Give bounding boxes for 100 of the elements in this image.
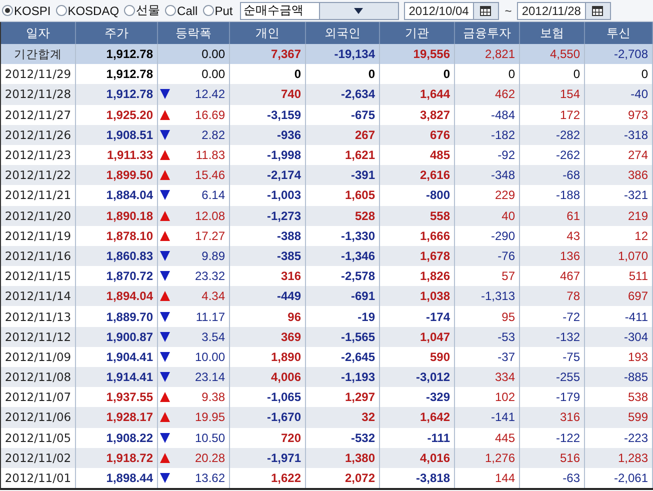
down-arrow-icon	[160, 352, 170, 362]
table-cell: 1,925.20	[76, 104, 158, 125]
table-cell: 599	[585, 407, 653, 428]
table-cell: 57	[455, 266, 520, 286]
column-header[interactable]: 등락폭	[158, 22, 230, 44]
radio-button[interactable]	[56, 5, 67, 16]
table-cell: -132	[520, 326, 585, 347]
table-cell: 43	[520, 226, 585, 246]
table-cell: 4,006	[230, 367, 306, 388]
table-cell: 740	[230, 84, 306, 105]
table-cell: -304	[585, 326, 653, 347]
table-cell: 1,899.50	[76, 165, 158, 186]
up-arrow-icon	[160, 170, 170, 180]
table-cell: -122	[520, 428, 585, 448]
table-cell: 1,870.72	[76, 266, 158, 286]
down-arrow-icon	[160, 372, 170, 382]
radio-label[interactable]: Call	[177, 4, 198, 18]
column-header[interactable]: 보험	[520, 22, 585, 44]
table-cell: 9.38	[202, 390, 225, 404]
column-header[interactable]: 외국인	[306, 22, 380, 44]
table-cell: 1,878.10	[76, 226, 158, 246]
column-header[interactable]: 개인	[230, 22, 306, 44]
table-cell: 154	[520, 84, 585, 105]
radio-label[interactable]: KOSPI	[14, 4, 51, 18]
up-arrow-icon	[160, 392, 170, 402]
table-cell: -76	[455, 246, 520, 266]
calendar-button[interactable]	[472, 2, 498, 18]
table-cell: -53	[455, 326, 520, 347]
column-header[interactable]: 일자	[1, 22, 76, 44]
table-cell: -68	[520, 165, 585, 186]
radio-label[interactable]: KOSDAQ	[68, 4, 120, 18]
down-arrow-icon	[160, 473, 170, 484]
column-header[interactable]: 주가	[76, 22, 158, 44]
date-value: 2012/10/04	[408, 4, 470, 18]
table-cell: 78	[520, 286, 585, 306]
down-arrow-icon	[160, 271, 170, 282]
date-cell: 2012/11/08	[1, 367, 76, 388]
table-cell: -1,670	[230, 407, 306, 428]
table-cell: 19,556	[380, 44, 455, 64]
table-cell: -675	[306, 104, 380, 125]
column-header[interactable]: 기관	[380, 22, 455, 44]
table-cell: 20.28	[194, 450, 225, 465]
table-cell: -348	[455, 165, 520, 186]
radio-button[interactable]	[165, 5, 176, 16]
table-cell: 386	[585, 165, 653, 186]
metric-dropdown[interactable]: 순매수금액	[240, 2, 399, 20]
table-cell: -484	[455, 104, 520, 125]
table-cell: -223	[585, 428, 653, 448]
table-cell: -329	[380, 387, 455, 408]
table-cell: 1,038	[380, 286, 455, 306]
table-cell: 3.54	[202, 330, 225, 344]
table-cell: 1,047	[380, 326, 455, 347]
date-field[interactable]: 2012/11/28	[516, 2, 611, 20]
date-field[interactable]: 2012/10/04	[404, 2, 499, 20]
date-cell: 2012/11/15	[1, 266, 76, 286]
date-value: 2012/11/28	[520, 4, 582, 18]
table-cell: 0	[380, 64, 455, 84]
radio-label[interactable]: 선물	[136, 2, 160, 19]
table-cell: 102	[455, 387, 520, 408]
dropdown-button[interactable]	[318, 2, 398, 18]
table-cell: 1,890.18	[76, 206, 158, 226]
table-cell: 13.62	[194, 471, 225, 486]
caret-icon	[354, 8, 364, 14]
table-cell: -2,578	[306, 266, 380, 286]
table-cell: 267	[306, 124, 380, 145]
date-cell: 기간합계	[1, 44, 76, 64]
table-cell: 4,016	[380, 448, 455, 468]
table-cell: 1,070	[585, 246, 653, 266]
down-arrow-icon	[160, 130, 170, 140]
table-cell: 0	[306, 64, 380, 84]
table-cell: 32	[306, 407, 380, 428]
column-header[interactable]: 금융투자	[455, 22, 520, 44]
table-cell: -1,313	[455, 286, 520, 306]
column-header[interactable]: 투신	[585, 22, 653, 44]
radio-button[interactable]	[202, 5, 214, 16]
table-cell: -111	[380, 428, 455, 448]
table-cell: 61	[520, 206, 585, 226]
table-cell: 334	[455, 367, 520, 388]
table-cell: -691	[306, 286, 380, 306]
table-cell: -255	[520, 367, 585, 388]
calendar-button[interactable]	[584, 2, 610, 18]
radio-label[interactable]: Put	[214, 4, 233, 18]
table-cell: 1,928.17	[76, 407, 158, 428]
table-cell: 316	[520, 407, 585, 428]
radio-button[interactable]	[124, 5, 136, 16]
table-cell: -1,065	[230, 387, 306, 408]
table-cell: -40	[585, 84, 653, 105]
date-cell: 2012/11/02	[1, 448, 76, 468]
table-cell: -532	[306, 428, 380, 448]
table-cell: 6.14	[202, 188, 225, 202]
table-cell: 1,912.78	[76, 64, 158, 84]
table-cell: -449	[230, 286, 306, 306]
table-cell: 676	[380, 124, 455, 145]
down-arrow-icon	[160, 312, 170, 322]
table-cell: 1,860.83	[76, 246, 158, 266]
radio-button[interactable]	[2, 5, 13, 16]
date-cell: 2012/11/16	[1, 246, 76, 266]
table-cell: -3,159	[230, 104, 306, 125]
table-cell: -1,971	[230, 448, 306, 468]
table-cell: 17.27	[194, 228, 225, 243]
